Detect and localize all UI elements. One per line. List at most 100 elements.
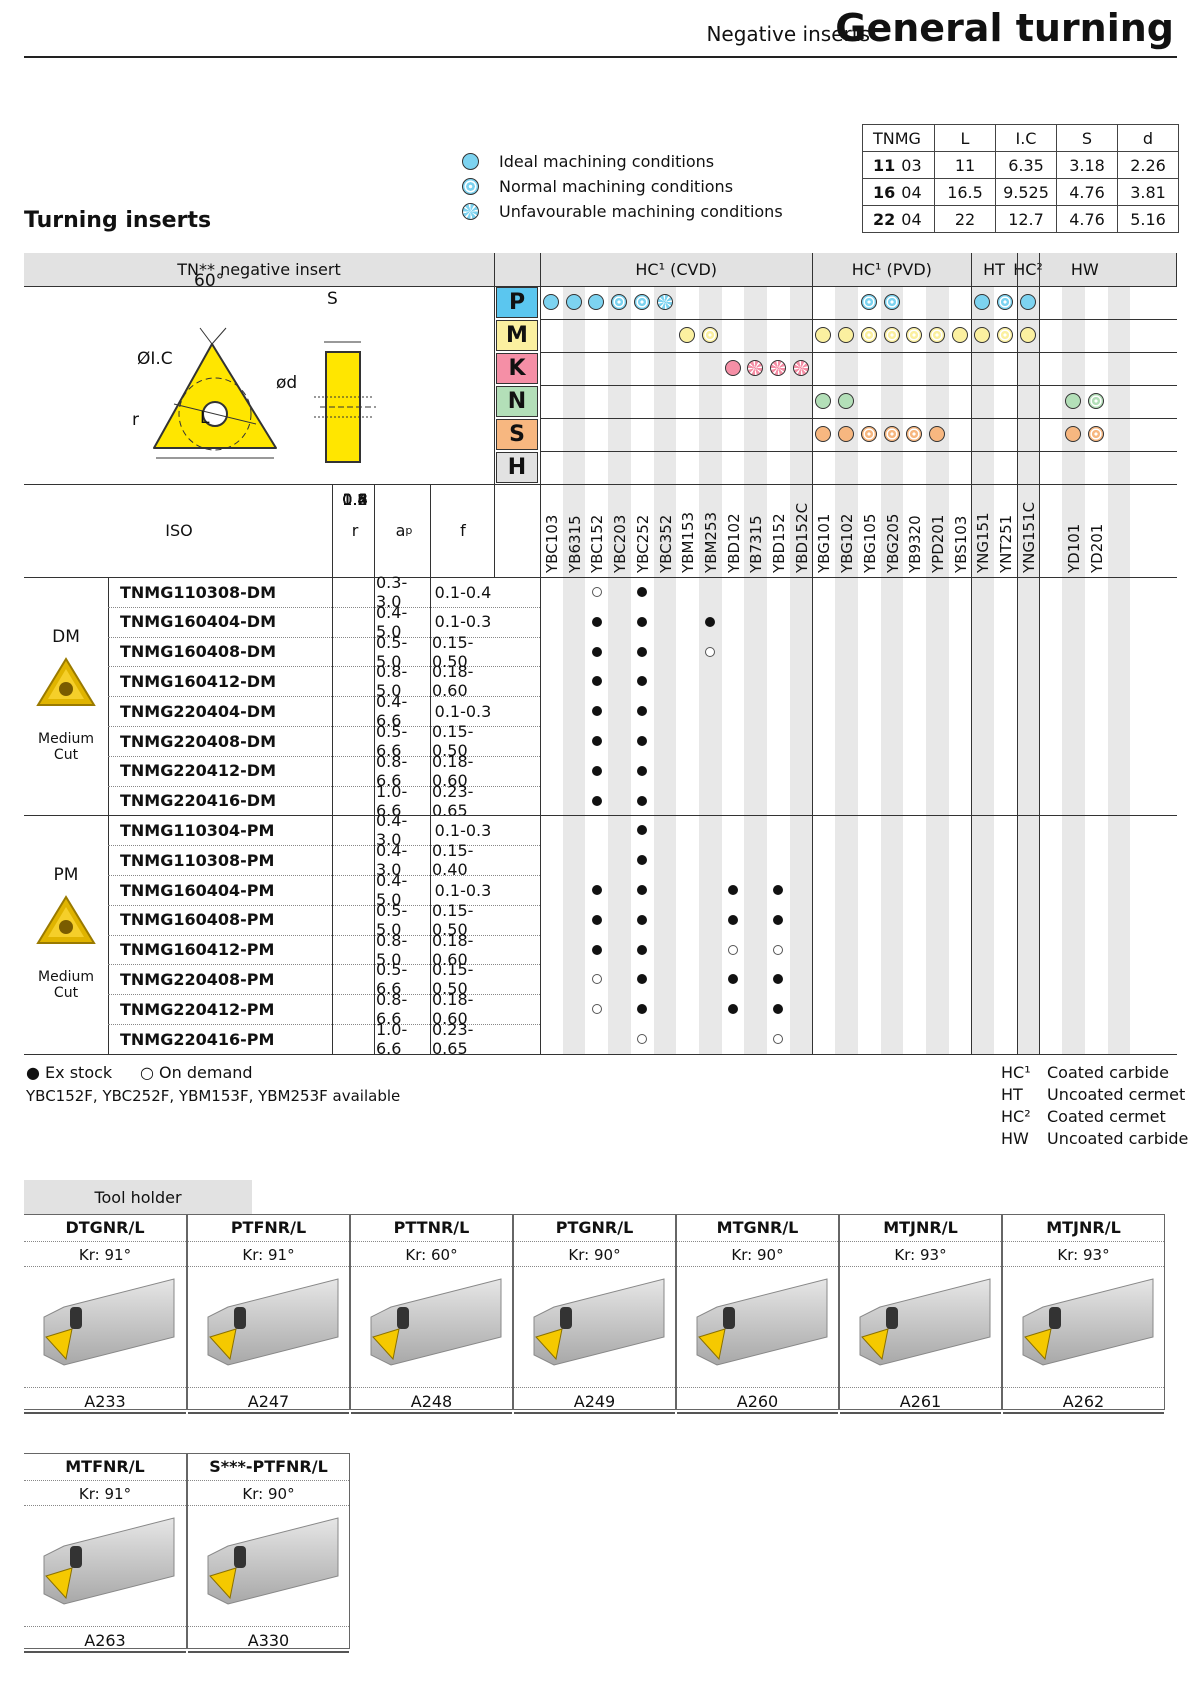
unfavourable-icon — [462, 202, 479, 220]
holder-page-ref: A249 — [514, 1387, 675, 1414]
holder-page-ref: A233 — [24, 1387, 186, 1414]
abbrev-text: Uncoated cermet — [1047, 1085, 1186, 1104]
holder-name: MTFNR/L — [65, 1457, 145, 1476]
dimensions-table: TNMG L I.C S d 11 03 11 6.35 3.18 2.26 16… — [862, 124, 1179, 233]
dims-size: 11 — [873, 155, 896, 175]
ex-stock-mark — [637, 676, 648, 687]
dims-cell: 12.7 — [995, 205, 1057, 233]
holder-photo — [1003, 1267, 1164, 1387]
ideal-icon — [928, 426, 945, 442]
grade-name: YBG101 — [815, 513, 834, 573]
ex-stock-mark — [591, 616, 602, 627]
normal-icon — [860, 327, 877, 343]
grade-name: YBC203 — [611, 514, 630, 573]
dims-cell: 11 — [934, 151, 996, 179]
ideal-icon — [1065, 393, 1082, 409]
iso-code: TNMG220404-DM — [120, 701, 276, 721]
dims-header: L — [934, 124, 996, 152]
grade-name: YBG205 — [883, 513, 902, 573]
holder-photo — [24, 1267, 186, 1387]
grade-column-stripe — [925, 286, 949, 1055]
ex-stock-mark — [773, 974, 784, 985]
material-h-label: H — [496, 452, 538, 483]
holder-photo-image — [207, 1278, 339, 1366]
grade-name: YB7315 — [747, 515, 766, 573]
series-name: PM — [53, 865, 79, 886]
tool-holder-card: MTGNR/L Kr: 90° A260 — [676, 1214, 839, 1414]
on-demand-mark — [591, 1004, 602, 1015]
legend-ideal: Ideal machining conditions — [462, 149, 714, 173]
abbrev-code: HT — [1001, 1085, 1023, 1104]
grade-name: YBD102 — [724, 513, 743, 573]
holder-kr: Kr: 91° — [24, 1241, 186, 1267]
ap-subscript: p — [405, 524, 413, 537]
tool-holder-card: PTFNR/L Kr: 91° A247 — [187, 1214, 350, 1414]
ex-stock-mark — [591, 914, 602, 925]
holder-photo-image — [1022, 1278, 1154, 1366]
material-p-label: P — [496, 287, 538, 318]
on-demand-mark — [705, 646, 716, 657]
tool-holder-card: DTGNR/L Kr: 91° A233 — [24, 1214, 187, 1414]
tool-holder-card: MTFNR/L Kr: 91° A263 — [24, 1453, 187, 1653]
tool-holder-card: MTJNR/L Kr: 93° A261 — [839, 1214, 1002, 1414]
grade-name: YBS103 — [951, 515, 970, 573]
dims-cell: 2.26 — [1117, 151, 1179, 179]
iso-code: TNMG220412-PM — [120, 999, 275, 1019]
material-k-label: K — [496, 353, 538, 384]
dims-cell: 22 — [934, 205, 996, 233]
ex-stock-mark — [637, 944, 648, 955]
ideal-icon — [838, 426, 855, 442]
ex-stock-mark — [591, 676, 602, 687]
f-header: f — [460, 521, 466, 540]
grade-name: YBC152 — [588, 514, 607, 573]
grade-group-header: HC¹ (CVD) — [635, 260, 717, 279]
availability-note: YBC152F, YBC252F, YBM153F, YBM253F avail… — [26, 1087, 401, 1105]
cut-label: Medium Cut — [38, 731, 94, 763]
ic-label: ØI.C — [137, 349, 173, 369]
grade-name: YB6315 — [565, 515, 584, 573]
holder-name: PTTNR/L — [393, 1218, 470, 1237]
normal-icon — [883, 327, 900, 343]
ex-stock-mark — [591, 706, 602, 717]
holder-photo — [514, 1267, 675, 1387]
holder-page-ref: A260 — [677, 1387, 838, 1414]
ideal-icon — [1019, 327, 1036, 343]
grade-name: YBD152 — [770, 513, 788, 573]
abbrev-code: HW — [1001, 1129, 1029, 1148]
insert-photo — [36, 895, 96, 945]
ex-stock-mark — [727, 885, 738, 895]
material-m-label: M — [496, 320, 538, 351]
grade-group-header: HC² — [1013, 260, 1043, 279]
insert-photo — [36, 657, 96, 706]
holder-page-ref: A247 — [188, 1387, 349, 1414]
dims-size: 22 — [873, 209, 896, 229]
row-divider — [540, 385, 1177, 386]
holder-kr: Kr: 91° — [24, 1480, 186, 1506]
holder-photo — [840, 1267, 1001, 1387]
grade-name: YBD152C — [792, 502, 811, 573]
ideal-icon — [724, 360, 741, 376]
normal-icon — [633, 294, 650, 310]
insert-diagram — [153, 327, 376, 463]
dims-thickness: 04 — [901, 182, 922, 202]
grade-name: YBC252 — [633, 514, 652, 573]
iso-code: TNMG110304-PM — [120, 820, 275, 840]
unfavourable-icon — [770, 360, 786, 376]
ex-stock-mark — [637, 646, 648, 657]
legend-label: Unfavourable machining conditions — [499, 201, 783, 221]
tool-holder-label: Tool holder — [24, 1180, 252, 1214]
holder-photo-image — [43, 1517, 175, 1605]
length-label: L — [200, 408, 210, 428]
ex-stock-mark — [727, 974, 738, 985]
grade-group-header: HT — [983, 260, 1005, 279]
on-demand-mark — [773, 1034, 784, 1044]
holder-kr: Kr: 90° — [677, 1241, 838, 1267]
grade-name: YBM153 — [679, 511, 698, 573]
holder-photo-image — [370, 1278, 502, 1366]
grade-name: YPD201 — [928, 514, 947, 573]
group-divider — [540, 253, 541, 1055]
dims-key: 16 04 — [862, 178, 935, 206]
dims-cell: 5.16 — [1117, 205, 1179, 233]
holder-name: DTGNR/L — [65, 1218, 145, 1237]
grade-name: YBG105 — [860, 513, 879, 573]
